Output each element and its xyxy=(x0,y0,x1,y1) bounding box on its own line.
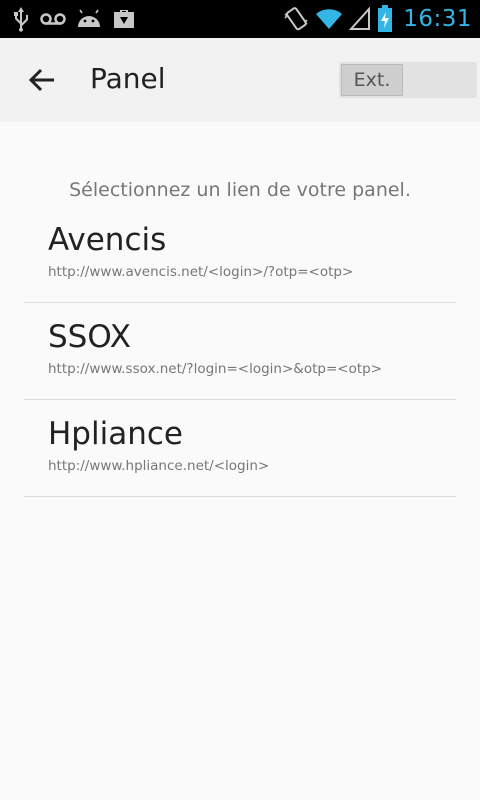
wifi-icon xyxy=(315,8,343,30)
vibrate-icon xyxy=(283,6,309,32)
list-item-avencis[interactable]: Avencis http://www.avencis.net/<login>/?… xyxy=(24,206,456,303)
list-item-hpliance[interactable]: Hpliance http://www.hpliance.net/<login> xyxy=(24,400,456,497)
briefcase-icon xyxy=(112,8,136,30)
link-url: http://www.ssox.net/?login=<login>&otp=<… xyxy=(48,361,383,377)
system-icons: 16:31 xyxy=(283,4,472,34)
page-title: Panel xyxy=(90,62,166,95)
battery-charging-icon xyxy=(377,5,393,33)
list-item-ssox[interactable]: SSOX http://www.ssox.net/?login=<login>&… xyxy=(24,303,456,400)
signal-icon xyxy=(349,7,371,31)
link-url: http://www.hpliance.net/<login> xyxy=(48,458,270,474)
instruction-text: Sélectionnez un lien de votre panel. xyxy=(69,179,411,201)
voicemail-icon xyxy=(40,12,66,26)
arrow-back-icon xyxy=(28,68,54,92)
notification-icons xyxy=(12,5,136,33)
ext-toggle-switch[interactable]: Ext. xyxy=(339,62,477,98)
status-bar: 16:31 xyxy=(0,0,480,38)
link-title: Hpliance xyxy=(48,416,183,452)
ext-toggle-label: Ext. xyxy=(341,64,403,96)
link-title: SSOX xyxy=(48,319,132,355)
link-list: Avencis http://www.avencis.net/<login>/?… xyxy=(24,206,456,497)
back-button[interactable] xyxy=(22,60,62,100)
action-bar: Panel Ext. xyxy=(0,38,480,122)
link-title: Avencis xyxy=(48,222,167,258)
usb-icon xyxy=(12,6,30,32)
status-time: 16:31 xyxy=(403,6,472,32)
link-url: http://www.avencis.net/<login>/?otp=<otp… xyxy=(48,264,354,280)
android-icon xyxy=(76,9,102,29)
